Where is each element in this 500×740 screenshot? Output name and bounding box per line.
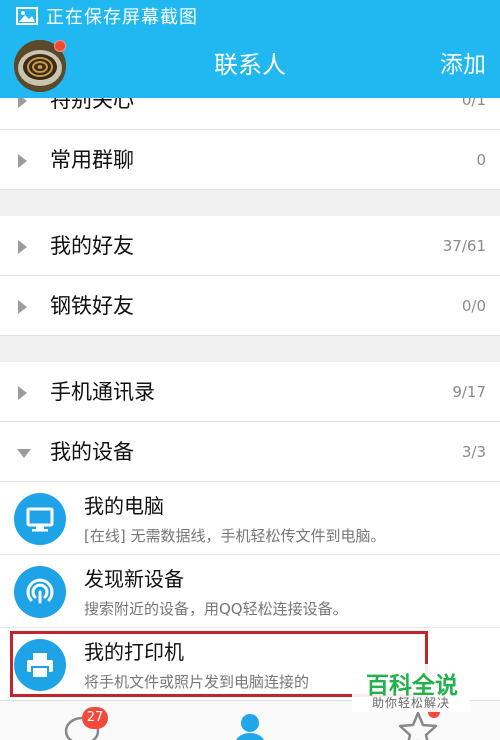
group-name: 常用群聊 bbox=[50, 148, 134, 172]
tab-contacts-icon[interactable] bbox=[230, 709, 270, 740]
group-row-special-care[interactable]: 特别关心 0/1 bbox=[0, 98, 500, 130]
device-subtitle: 搜索附近的设备，用QQ轻松连接设备。 bbox=[84, 600, 348, 618]
page-title: 联系人 bbox=[214, 51, 286, 79]
group-name: 特别关心 bbox=[50, 98, 134, 112]
group-count: 9/17 bbox=[452, 383, 486, 401]
group-count: 37/61 bbox=[442, 237, 486, 255]
messages-badge: 27 bbox=[82, 707, 108, 729]
watermark-sub: 助你轻松解决 bbox=[372, 696, 451, 710]
group-count: 0/0 bbox=[461, 297, 486, 315]
expand-arrow-icon bbox=[18, 154, 27, 168]
device-row-my-computer[interactable]: 我的电脑 [在线] 无需数据线，手机轻松传文件到电脑。 bbox=[0, 482, 500, 555]
collapse-arrow-icon bbox=[17, 449, 31, 458]
watermark: 百科全说 助你轻松解决 bbox=[352, 664, 470, 712]
expand-arrow-icon bbox=[18, 240, 27, 254]
section-divider bbox=[0, 336, 500, 362]
radar-icon bbox=[14, 566, 66, 618]
device-subtitle: [在线] 无需数据线，手机轻松传文件到电脑。 bbox=[84, 527, 386, 545]
status-text: 正在保存屏幕截图 bbox=[46, 7, 198, 28]
group-name: 我的好友 bbox=[50, 234, 134, 258]
expand-arrow-icon bbox=[18, 386, 27, 400]
group-row-phone-contacts[interactable]: 手机通讯录 9/17 bbox=[0, 362, 500, 422]
device-title: 我的电脑 bbox=[84, 494, 164, 518]
group-row-steel-friends[interactable]: 钢铁好友 0/0 bbox=[0, 276, 500, 336]
group-count: 3/3 bbox=[461, 443, 486, 461]
group-row-group-chats[interactable]: 常用群聊 0 bbox=[0, 130, 500, 190]
group-name: 钢铁好友 bbox=[50, 294, 134, 318]
device-title: 发现新设备 bbox=[84, 567, 184, 591]
header: 联系人 添加 bbox=[0, 32, 500, 98]
group-row-my-devices[interactable]: 我的设备 3/3 bbox=[0, 422, 500, 482]
status-bar: 正在保存屏幕截图 bbox=[0, 0, 500, 32]
group-count: 0/1 bbox=[461, 98, 486, 109]
group-row-my-friends[interactable]: 我的好友 37/61 bbox=[0, 216, 500, 276]
group-name: 手机通讯录 bbox=[50, 380, 155, 404]
image-icon bbox=[16, 7, 38, 25]
device-row-discover-devices[interactable]: 发现新设备 搜索附近的设备，用QQ轻松连接设备。 bbox=[0, 555, 500, 628]
group-count: 0 bbox=[476, 151, 486, 169]
expand-arrow-icon bbox=[18, 98, 27, 108]
expand-arrow-icon bbox=[18, 300, 27, 314]
section-divider bbox=[0, 190, 500, 216]
contacts-list[interactable]: 特别关心 0/1 常用群聊 0 我的好友 37/61 钢铁好友 0/0 手机通讯… bbox=[0, 98, 500, 700]
monitor-icon bbox=[14, 493, 66, 545]
group-name: 我的设备 bbox=[50, 440, 134, 464]
add-button[interactable]: 添加 bbox=[440, 32, 486, 98]
